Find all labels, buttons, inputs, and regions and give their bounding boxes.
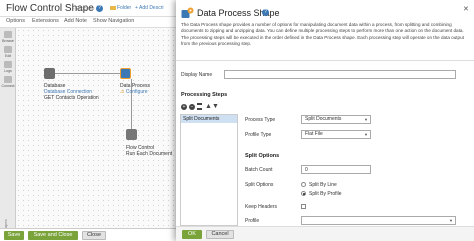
menu-options[interactable]: Options	[6, 18, 25, 24]
connect-tool[interactable]: Connect	[1, 76, 15, 88]
split-options-label: Split Options	[245, 182, 274, 188]
dialog-header: Data Process Shape ? ✕ The Data Process …	[176, 0, 474, 60]
folder-link[interactable]: Folder	[110, 5, 131, 11]
save-and-close-button[interactable]: Save and Close	[28, 231, 78, 240]
save-button[interactable]: Save	[4, 231, 24, 240]
flow-control-shape-icon[interactable]	[126, 129, 137, 140]
process-type-value: Split Documents	[305, 116, 342, 122]
help-icon[interactable]: ?	[96, 5, 103, 12]
profile-type-label: Profile Type	[245, 132, 272, 138]
close-button[interactable]: Close	[82, 231, 106, 240]
display-name-input[interactable]	[224, 70, 456, 79]
configure-link-label: Configure	[125, 89, 148, 95]
profile-type-value: Flat File	[305, 131, 323, 137]
data-process-icon	[181, 7, 194, 18]
logs-icon	[4, 61, 12, 68]
reorder-step-icon[interactable]	[197, 103, 202, 110]
process-type-label: Process Type	[245, 117, 276, 123]
process-tag: - Process	[73, 6, 95, 12]
chevron-down-icon: ▼	[449, 218, 453, 223]
edit-tool-label: Edit	[4, 54, 12, 58]
split-by-profile-radio[interactable]	[301, 191, 306, 196]
list-item[interactable]: Split Documents	[181, 115, 237, 123]
menu-extensions[interactable]: Extensions	[32, 18, 59, 24]
editor-footer: Save Save and Close Close	[0, 228, 176, 241]
database-operation-link[interactable]: GET Contacts Operation	[44, 95, 99, 101]
chevron-down-icon: ▼	[364, 117, 368, 122]
batch-count-label: Batch Count	[245, 167, 273, 173]
folder-link-label: Folder	[117, 5, 132, 11]
warning-icon: ⚠	[120, 89, 125, 95]
chevron-down-icon: ▼	[364, 132, 368, 137]
profile-label: Profile	[245, 218, 260, 224]
browse-tool-label: Browse	[2, 39, 14, 43]
cancel-button[interactable]: Cancel	[206, 230, 234, 239]
move-down-icon[interactable]: ▼	[212, 103, 219, 110]
process-type-select[interactable]: Split Documents ▼	[301, 115, 371, 124]
logs-tool[interactable]: Logs	[1, 61, 15, 73]
dialog-close-icon[interactable]: ✕	[463, 5, 469, 13]
profile-select[interactable]: ▼	[301, 216, 456, 225]
split-by-line-label: Split By Line	[309, 182, 337, 188]
add-step-icon[interactable]: +	[181, 104, 187, 110]
edit-tool[interactable]: Edit	[1, 46, 15, 58]
process-canvas[interactable]: Database Database Connection GET Contact…	[16, 28, 176, 228]
profile-type-select[interactable]: Flat File ▼	[301, 130, 371, 139]
split-options-heading: Split Options	[245, 153, 280, 159]
keep-headers-checkbox[interactable]	[301, 204, 306, 209]
configure-link[interactable]: ⚠ Configure	[120, 89, 148, 95]
split-by-profile-label: Split By Profile	[309, 191, 342, 197]
connect-icon	[4, 76, 12, 83]
connect-tool-label: Connect	[1, 84, 15, 88]
left-toolbar: Browse Edit Logs Connect Shapes	[0, 28, 16, 233]
processing-steps-heading: Processing Steps	[181, 92, 228, 98]
ok-button[interactable]: OK	[182, 230, 202, 239]
connector-line	[52, 73, 120, 74]
browse-icon	[4, 31, 12, 38]
dialog-description: The Data Process shape provides a number…	[181, 22, 464, 47]
browse-tool[interactable]: Browse	[1, 31, 15, 43]
remove-step-icon[interactable]: −	[189, 104, 195, 110]
display-name-label: Display Name	[181, 72, 213, 78]
keep-headers-label: Keep Headers	[245, 204, 277, 210]
data-process-shape-dialog: Data Process Shape ? ✕ The Data Process …	[176, 0, 474, 241]
menu-add-note[interactable]: Add Note	[64, 18, 87, 24]
dialog-footer: OK Cancel	[176, 226, 474, 241]
folder-icon	[110, 5, 116, 10]
move-up-icon[interactable]: ▲	[205, 103, 212, 110]
logs-tool-label: Logs	[4, 69, 12, 73]
dialog-body: Display Name Processing Steps + − ▲ ▼ Sp…	[176, 60, 474, 226]
dialog-help-icon[interactable]: ?	[262, 9, 269, 16]
flow-control-shape-sub: Run Each Document	[126, 151, 173, 157]
add-description-link[interactable]: + Add Descri	[135, 5, 164, 11]
menu-show-navigation[interactable]: Show Navigation	[93, 18, 134, 24]
edit-icon	[4, 46, 12, 53]
batch-count-input[interactable]	[301, 165, 371, 174]
split-by-line-radio[interactable]	[301, 182, 306, 187]
database-shape-icon[interactable]	[44, 68, 55, 79]
processing-steps-list: Split Documents	[180, 114, 238, 226]
data-process-shape-icon[interactable]	[120, 68, 131, 79]
